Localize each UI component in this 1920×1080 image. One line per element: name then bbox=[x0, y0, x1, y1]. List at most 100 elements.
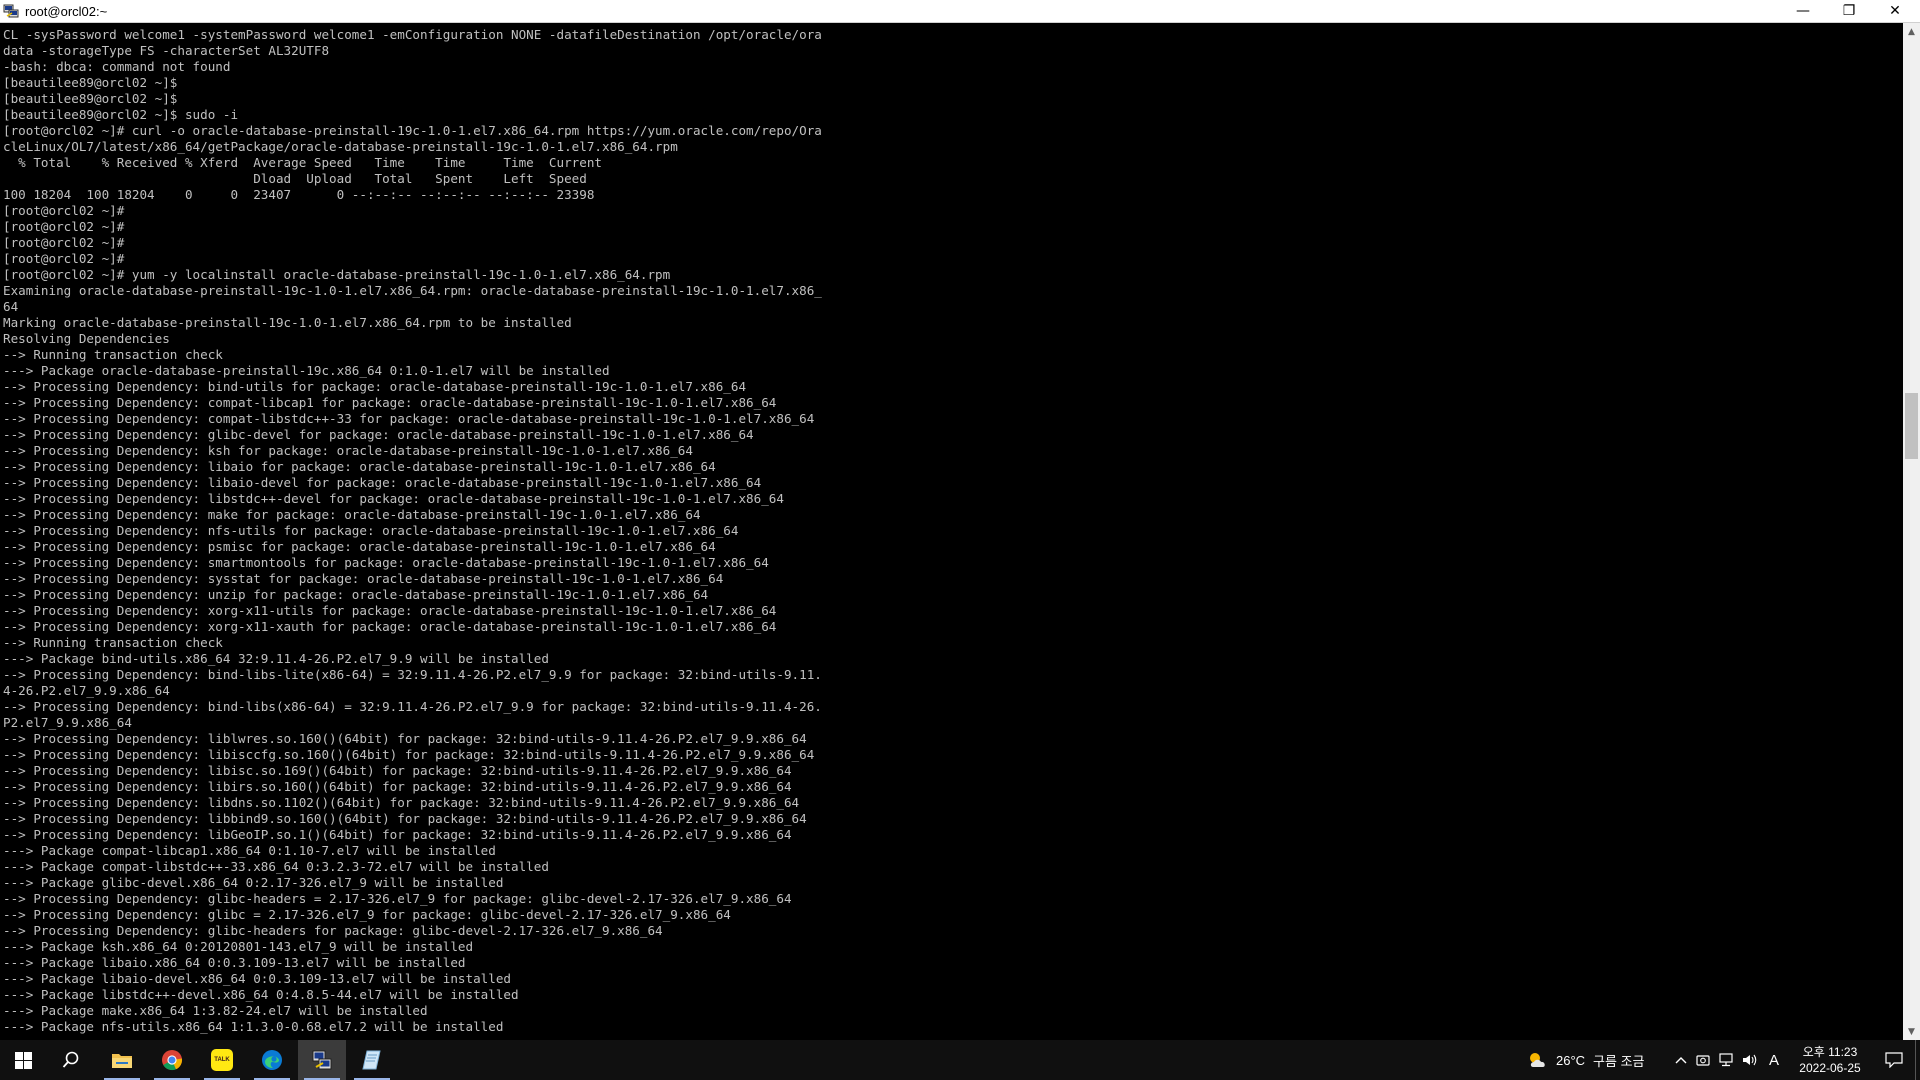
taskbar-clock[interactable]: 오후 11:23 2022-06-25 bbox=[1788, 1040, 1872, 1080]
terminal-line: --> Processing Dependency: liblwres.so.1… bbox=[3, 731, 807, 746]
terminal-line: ---> Package libaio.x86_64 0:0.3.109-13.… bbox=[3, 955, 466, 970]
terminal-line: ---> Package oracle-database-preinstall-… bbox=[3, 363, 610, 378]
terminal-line: Examining oracle-database-preinstall-19c… bbox=[3, 283, 822, 298]
restore-icon: ❐ bbox=[1842, 3, 1856, 19]
tray-network[interactable] bbox=[1716, 1040, 1736, 1080]
terminal-line: [root@orcl02 ~]# bbox=[3, 203, 125, 218]
window-titlebar[interactable]: root@orcl02:~ — ❐ ✕ bbox=[0, 0, 1920, 23]
close-icon: ✕ bbox=[1889, 3, 1901, 19]
terminal-line: --> Processing Dependency: unzip for pac… bbox=[3, 587, 709, 602]
terminal-line: 100 18204 100 18204 0 0 23407 0 --:--:--… bbox=[3, 187, 595, 202]
kakaotalk-icon: TALK bbox=[211, 1049, 233, 1071]
terminal-line: 64 bbox=[3, 299, 19, 314]
chevron-up-icon bbox=[1675, 1057, 1687, 1064]
terminal-line: --> Processing Dependency: bind-libs(x86… bbox=[3, 699, 822, 714]
camera-icon bbox=[1696, 1055, 1710, 1066]
speaker-icon bbox=[1743, 1054, 1757, 1066]
terminal-line: ---> Package compat-libcap1.x86_64 0:1.1… bbox=[3, 843, 496, 858]
terminal-line: P2.el7_9.9.x86_64 bbox=[3, 715, 132, 730]
folder-icon bbox=[112, 1054, 132, 1068]
maximize-button[interactable]: ❐ bbox=[1826, 0, 1872, 22]
tray-ime[interactable]: A bbox=[1764, 1040, 1784, 1080]
scroll-thumb[interactable] bbox=[1905, 393, 1918, 459]
taskbar: TALK 26°C 구름 조금 A 오후 11:23 2022-06-25 bbox=[0, 1040, 1920, 1080]
terminal-line: --> Processing Dependency: libdns.so.110… bbox=[3, 795, 800, 810]
terminal-line: --> Processing Dependency: libGeoIP.so.1… bbox=[3, 827, 792, 842]
taskbar-kakaotalk[interactable]: TALK bbox=[198, 1040, 246, 1080]
taskbar-putty[interactable] bbox=[298, 1040, 346, 1080]
vertical-scrollbar[interactable]: ▲ ▼ bbox=[1903, 23, 1920, 1040]
notepad-icon bbox=[362, 1050, 381, 1070]
search-button[interactable] bbox=[48, 1040, 94, 1080]
chevron-down-icon: ▼ bbox=[1908, 1026, 1915, 1037]
scroll-up-arrow[interactable]: ▲ bbox=[1903, 23, 1920, 40]
terminal-line: Marking oracle-database-preinstall-19c-1… bbox=[3, 315, 572, 330]
taskbar-edge[interactable] bbox=[248, 1040, 296, 1080]
terminal-line: [root@orcl02 ~]# bbox=[3, 251, 125, 266]
ime-indicator: A bbox=[1768, 1051, 1779, 1069]
minimize-icon: — bbox=[1796, 3, 1810, 19]
terminal-line: ---> Package libstdc++-devel.x86_64 0:4.… bbox=[3, 987, 519, 1002]
terminal-line: --> Processing Dependency: glibc-devel f… bbox=[3, 427, 754, 442]
terminal-line: --> Processing Dependency: bind-utils fo… bbox=[3, 379, 747, 394]
terminal-line: --> Processing Dependency: make for pack… bbox=[3, 507, 701, 522]
putty-icon bbox=[312, 1050, 332, 1070]
taskbar-file-explorer[interactable] bbox=[98, 1040, 146, 1080]
taskbar-chrome[interactable] bbox=[148, 1040, 196, 1080]
clock-time: 오후 11:23 bbox=[1802, 1045, 1858, 1059]
terminal-line: % Total % Received % Xferd Average Speed… bbox=[3, 155, 602, 170]
terminal-line: ---> Package ksh.x86_64 0:20120801-143.e… bbox=[3, 939, 474, 954]
terminal-line: --> Processing Dependency: smartmontools… bbox=[3, 555, 769, 570]
terminal-line: 4-26.P2.el7_9.9.x86_64 bbox=[3, 683, 170, 698]
terminal-line: --> Processing Dependency: sysstat for p… bbox=[3, 571, 724, 586]
terminal-line: Dload Upload Total Spent Left Speed bbox=[3, 171, 587, 186]
weather-temp: 26°C bbox=[1556, 1052, 1586, 1068]
terminal-line: data -storageType FS -characterSet AL32U… bbox=[3, 43, 330, 58]
terminal-line: --> Processing Dependency: libisc.so.169… bbox=[3, 763, 792, 778]
terminal-line: --> Running transaction check bbox=[3, 635, 223, 650]
terminal-line: --> Processing Dependency: glibc-headers… bbox=[3, 891, 792, 906]
terminal-line: --> Processing Dependency: compat-libstd… bbox=[3, 411, 815, 426]
scroll-down-arrow[interactable]: ▼ bbox=[1903, 1023, 1920, 1040]
terminal-line: ---> Package libaio-devel.x86_64 0:0.3.1… bbox=[3, 971, 511, 986]
show-hidden-icons-button[interactable] bbox=[1672, 1040, 1690, 1080]
terminal-line: [root@orcl02 ~]# bbox=[3, 235, 125, 250]
terminal-line: --> Processing Dependency: libaio-devel … bbox=[3, 475, 762, 490]
windows-logo-icon bbox=[14, 1051, 32, 1069]
terminal-line: ---> Package compat-libstdc++-33.x86_64 … bbox=[3, 859, 549, 874]
terminal-line: ---> Package glibc-devel.x86_64 0:2.17-3… bbox=[3, 875, 504, 890]
weather-desc: 구름 조금 bbox=[1593, 1053, 1645, 1069]
tray-meet-now[interactable] bbox=[1694, 1040, 1712, 1080]
terminal-line: [root@orcl02 ~]# bbox=[3, 219, 125, 234]
chevron-up-icon: ▲ bbox=[1908, 26, 1915, 37]
action-center-button[interactable] bbox=[1874, 1040, 1914, 1080]
chrome-icon bbox=[162, 1050, 183, 1071]
terminal-line: ---> Package bind-utils.x86_64 32:9.11.4… bbox=[3, 651, 549, 666]
terminal-line: [beautilee89@orcl02 ~]$ bbox=[3, 75, 178, 90]
terminal-line: --> Processing Dependency: libaio for pa… bbox=[3, 459, 716, 474]
terminal-line: --> Processing Dependency: glibc-headers… bbox=[3, 923, 663, 938]
terminal-line: --> Processing Dependency: glibc = 2.17-… bbox=[3, 907, 731, 922]
terminal-line: --> Processing Dependency: xorg-x11-xaut… bbox=[3, 619, 777, 634]
start-button[interactable] bbox=[0, 1040, 46, 1080]
taskbar-notepad[interactable] bbox=[348, 1040, 396, 1080]
terminal-line: [beautilee89@orcl02 ~]$ sudo -i bbox=[3, 107, 239, 122]
window-title: root@orcl02:~ bbox=[25, 3, 108, 19]
weather-widget[interactable]: 26°C 구름 조금 bbox=[1556, 1040, 1660, 1080]
weather-widget-icon-wrap[interactable] bbox=[1524, 1040, 1552, 1080]
close-button[interactable]: ✕ bbox=[1872, 0, 1918, 22]
terminal-line: -bash: dbca: command not found bbox=[3, 59, 231, 74]
notification-icon bbox=[1885, 1052, 1903, 1068]
terminal-line: --> Processing Dependency: libstdc++-dev… bbox=[3, 491, 784, 506]
tray-volume[interactable] bbox=[1740, 1040, 1760, 1080]
minimize-button[interactable]: — bbox=[1780, 0, 1826, 22]
show-desktop-button[interactable] bbox=[1915, 1040, 1920, 1080]
terminal-line: Resolving Dependencies bbox=[3, 331, 170, 346]
terminal-line: [root@orcl02 ~]# curl -o oracle-database… bbox=[3, 123, 822, 138]
search-icon bbox=[62, 1051, 79, 1068]
terminal-output[interactable]: CL -sysPassword welcome1 -systemPassword… bbox=[0, 23, 1902, 1040]
terminal-line: [beautilee89@orcl02 ~]$ bbox=[3, 91, 178, 106]
terminal-line: --> Processing Dependency: psmisc for pa… bbox=[3, 539, 716, 554]
terminal-text: CL -sysPassword welcome1 -systemPassword… bbox=[0, 23, 1902, 1035]
terminal-line: cleLinux/OL7/latest/x86_64/getPackage/or… bbox=[3, 139, 678, 154]
